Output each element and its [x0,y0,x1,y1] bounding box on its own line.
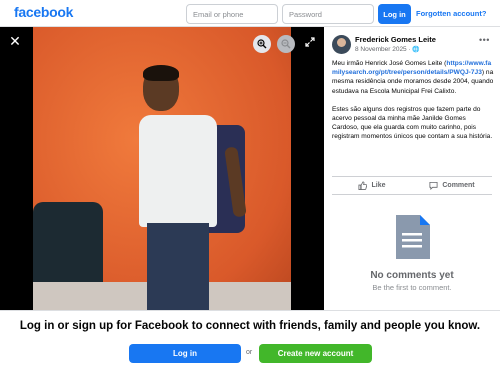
post-text: Meu irmão Henrick José Gomes Leite (http… [332,59,494,151]
post-panel: Frederick Gomes Leite 8 November 2025 · … [324,27,500,310]
no-comments-subtitle: Be the first to comment. [372,283,452,292]
zoom-out-icon[interactable] [277,35,295,53]
top-bar: facebook Email or phone Password Log in … [0,0,500,27]
email-field[interactable]: Email or phone [186,4,278,24]
create-account-button[interactable]: Create new account [259,344,372,363]
photo-viewer: ✕ [0,27,324,310]
forgot-account-link[interactable]: Forgotten account? [416,9,486,18]
or-label: or [246,349,253,356]
login-button[interactable]: Log in [129,344,241,363]
post-photo [33,27,291,310]
avatar[interactable] [332,35,351,54]
banner-text: Log in or sign up for Facebook to connec… [19,320,481,332]
like-label: Like [371,182,386,189]
comment-icon [429,181,438,190]
more-icon[interactable]: ••• [479,35,490,45]
post-text-paragraph: Estes são alguns dos registros que fazem… [332,105,493,141]
like-button[interactable]: Like [332,177,412,194]
password-field[interactable]: Password [282,4,374,24]
post-date[interactable]: 8 November 2025 · 🌐 [355,46,420,53]
expand-icon[interactable] [303,37,317,51]
post-text-part: Meu irmão Henrick José Gomes Leite ( [332,60,447,67]
comment-button[interactable]: Comment [412,177,492,194]
login-banner: Log in or sign up for Facebook to connec… [0,310,500,375]
page: facebook Email or phone Password Log in … [0,0,500,375]
post-author[interactable]: Frederick Gomes Leite [355,35,436,44]
no-comments-title: No comments yet [370,270,454,281]
globe-icon: · 🌐 [408,47,420,53]
like-icon [358,181,368,190]
login-button-top[interactable]: Log in [378,4,411,24]
facebook-logo[interactable]: facebook [14,4,73,20]
comment-label: Comment [442,182,475,189]
close-icon[interactable]: ✕ [8,34,22,48]
document-icon [396,215,430,259]
post-actions: Like Comment [332,176,492,195]
zoom-in-icon[interactable] [253,35,271,53]
post-date-text: 8 November 2025 [355,46,407,53]
